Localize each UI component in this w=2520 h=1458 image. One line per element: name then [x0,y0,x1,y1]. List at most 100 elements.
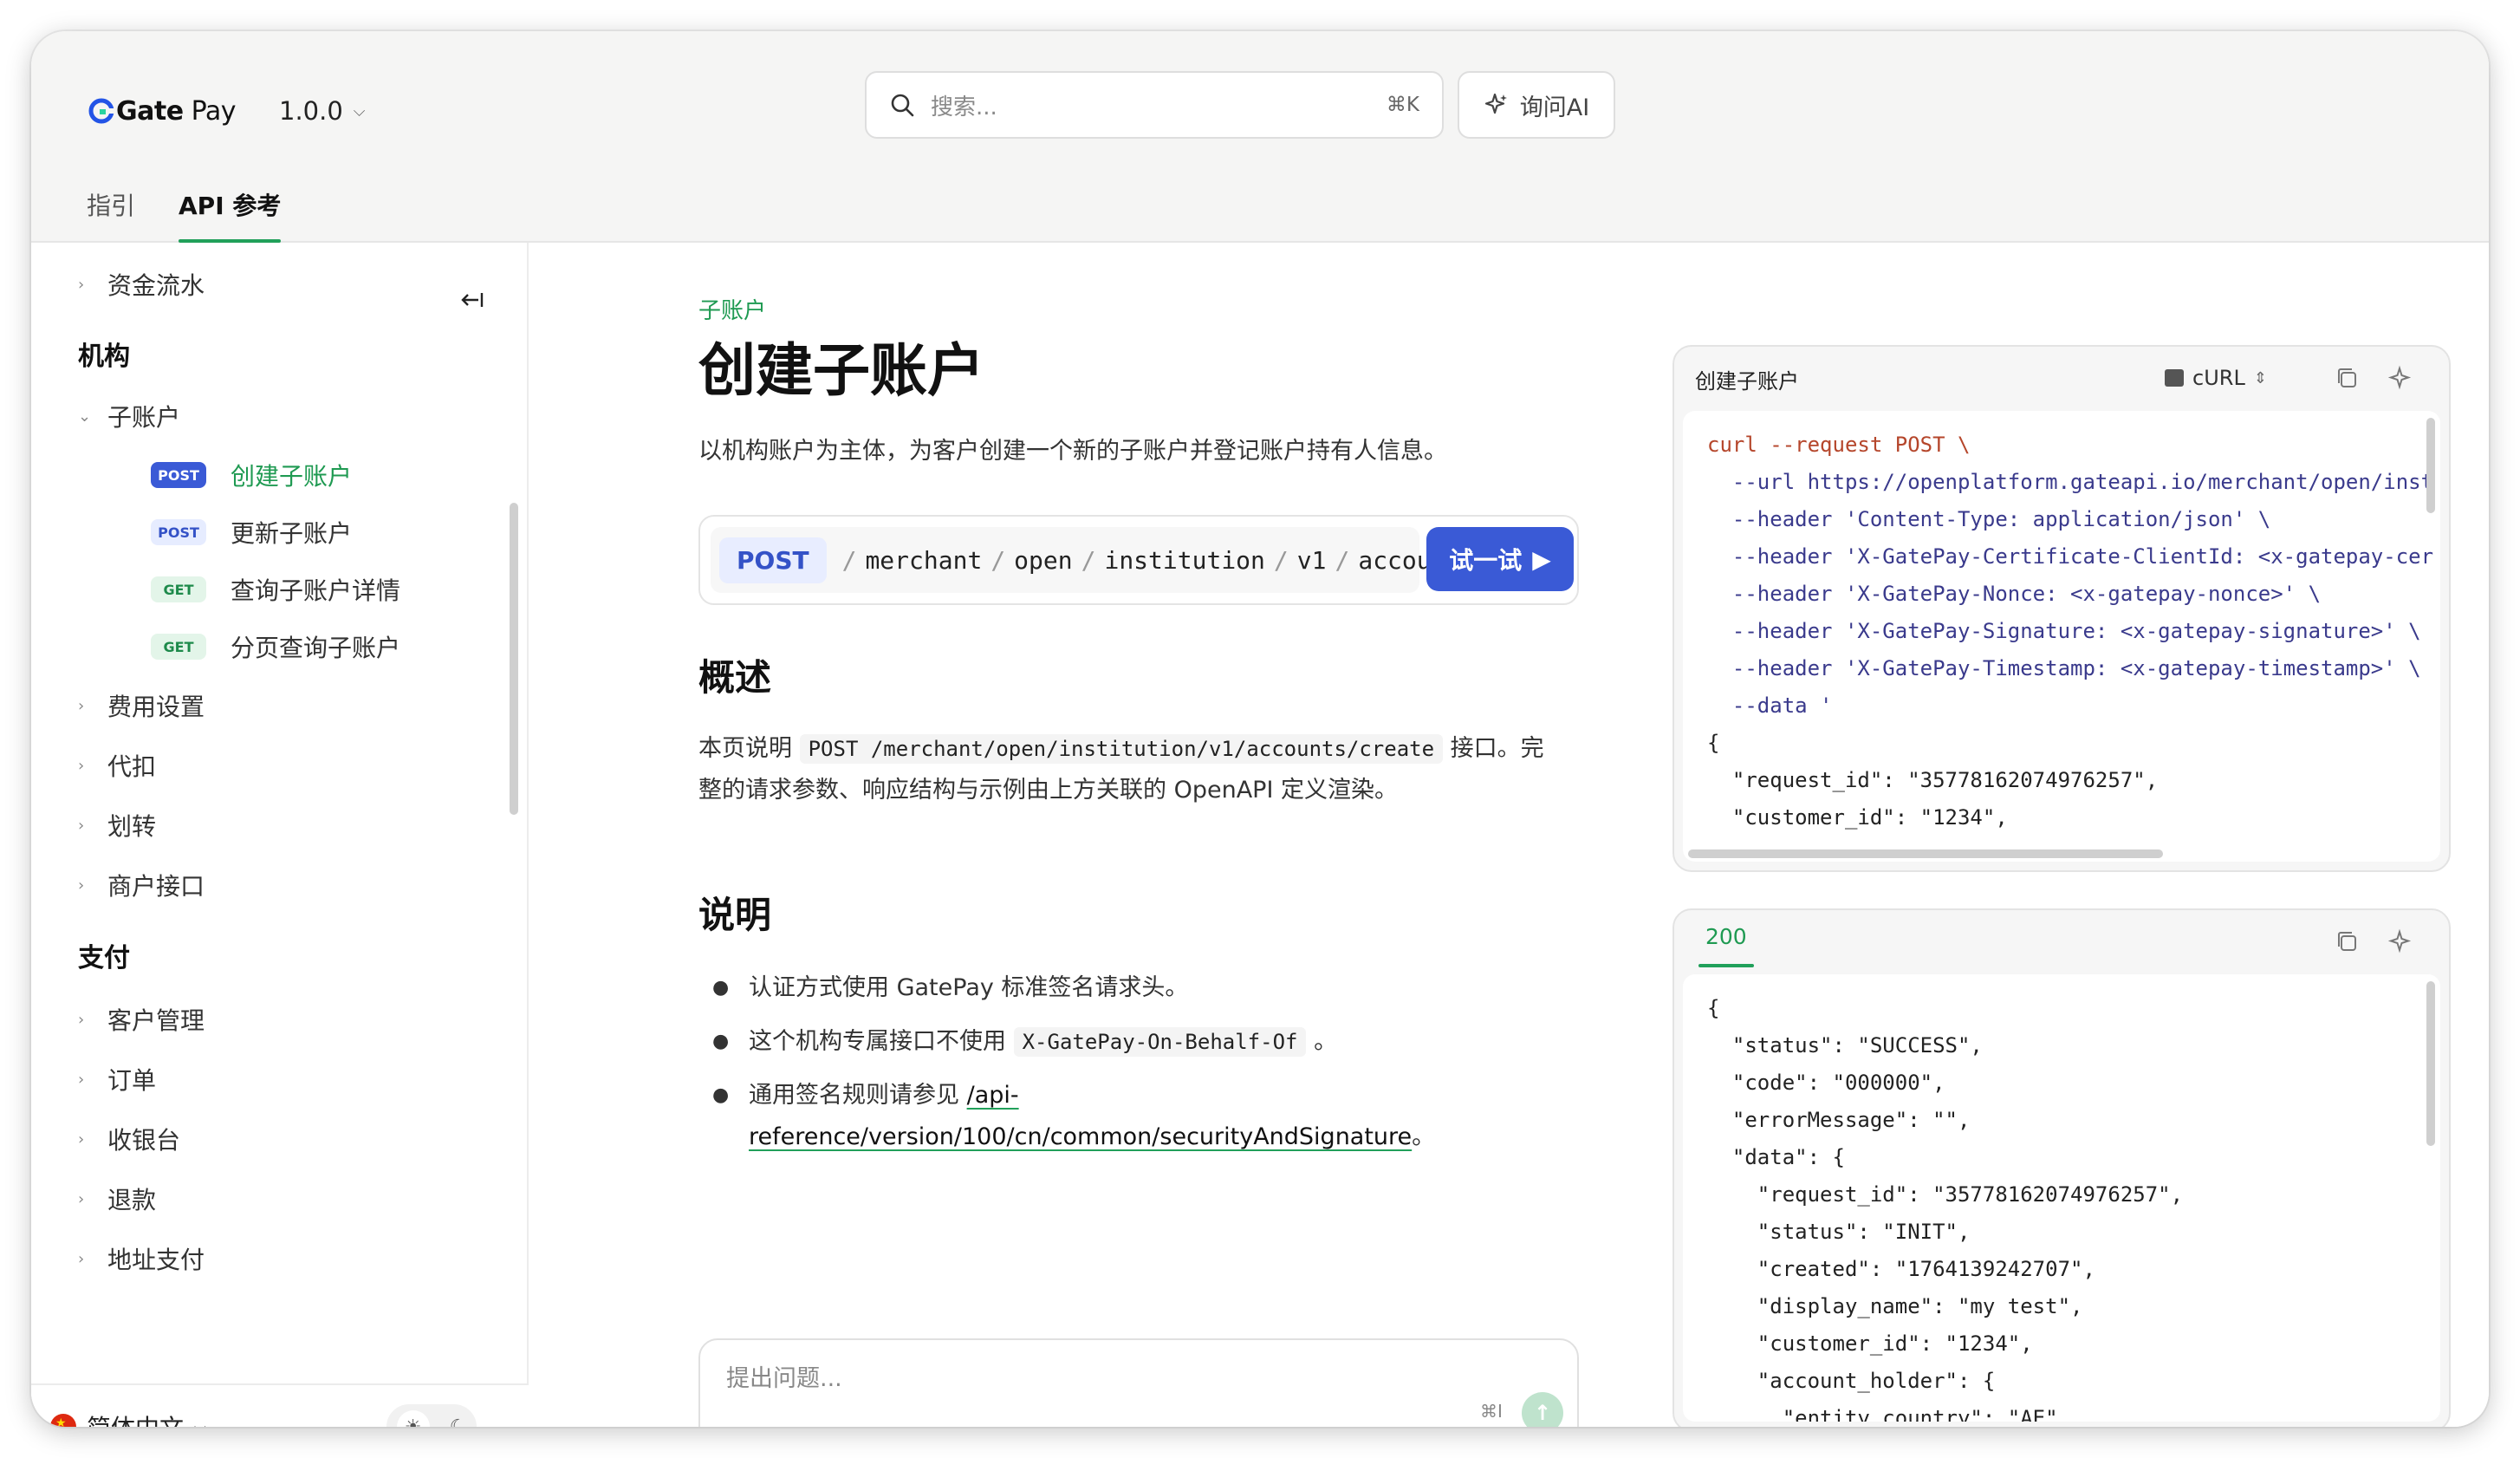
gate-logo-icon [88,98,114,124]
chevron-right-icon: › [78,1070,85,1089]
sidebar-item-create-subaccount[interactable]: POST 创建子账户 [151,458,352,492]
sidebar-item-query-subaccount[interactable]: GET 查询子账户详情 [151,572,400,607]
gatepay-logo[interactable]: Gate Pay [88,87,236,135]
china-flag-icon [50,1414,76,1427]
tab-guide[interactable]: 指引 [87,187,135,243]
copy-icon[interactable] [2333,364,2362,394]
chevron-right-icon: › [78,1249,85,1268]
status-200-tab[interactable]: 200 [1698,924,1754,967]
endpoint-path-box[interactable]: POST / merchant / open / institution / v1 /a… [711,527,1475,593]
code-line: --header 'Content-Type: application/json… [1707,507,2271,531]
sidebar-item-merchant-api[interactable]: › 商户接口 [78,868,205,902]
code-line: { [1707,996,1720,1020]
endpoint-path: / merchant / open / institution / v1 /accoun… [841,545,1476,575]
sidebar-item-address-payment[interactable]: › 地址支付 [78,1241,205,1276]
language-selector[interactable]: 简体中文 ⌵ [50,1409,206,1427]
overview-heading: 概述 [698,656,772,699]
breadcrumb[interactable]: 子账户 [698,293,766,325]
code-line: --header 'X-GatePay-Certificate-ClientId… [1707,544,2434,569]
response-vertical-scrollbar[interactable] [2426,981,2435,1146]
tab-api-reference[interactable]: API 参考 [179,187,282,243]
request-vertical-scrollbar[interactable] [2426,418,2435,513]
section-title-institution: 机构 [78,342,130,372]
request-horizontal-scrollbar[interactable] [1688,849,2163,858]
brand-name: Gate Pay [116,95,236,127]
request-code: curl --request POST \ --url https://open… [1707,426,2433,836]
search-shortcut: ⌘K [1386,94,1419,116]
top-header: Gate Pay 1.0.0 ⌵ 搜索... ⌘K 询问AI 指引 API 参考 [31,31,2489,243]
code-line: "data": { [1707,1145,1845,1169]
code-line: "request_id": "35778162074976257", [1707,768,2159,792]
code-line: { [1707,731,1720,755]
list-item: ● 这个机构专属接口不使用 X-GatePay-On-Behalf-Of 。 [712,1027,1338,1057]
chevron-down-icon: ⌄ [78,407,92,426]
chevron-right-icon: › [78,1129,85,1149]
version-label: 1.0.0 [279,96,343,126]
chevron-down-icon: ⌵ [353,101,366,120]
sidebar-item-transfer[interactable]: › 划转 [78,808,156,843]
code-line: "customer_id": "1234", [1707,1331,2033,1356]
code-language-selector[interactable]: cURL ⇕ [2165,366,2267,390]
sidebar-item-refunds[interactable]: › 退款 [78,1181,156,1216]
language-label: 简体中文 [87,1409,184,1427]
theme-toggle[interactable]: ☀ ☾ [386,1404,477,1427]
terminal-icon [2165,369,2184,387]
sidebar-item-subaccount[interactable]: ⌄ 子账户 [78,399,180,433]
send-arrow-icon[interactable]: ↑ [1522,1392,1563,1427]
app-window: Gate Pay 1.0.0 ⌵ 搜索... ⌘K 询问AI 指引 API 参考… [31,31,2489,1427]
sidebar-scrollbar[interactable] [510,503,518,815]
copy-icon[interactable] [2333,928,2362,957]
code-line: "account_holder": { [1707,1369,1996,1393]
search-icon [891,94,914,117]
sidebar-item-fund-flow[interactable]: › 资金流水 [78,267,205,302]
chevron-right-icon: › [78,756,85,775]
page-title: 创建子账户 [698,337,984,404]
request-panel-header: 创建子账户 cURL ⇕ [1674,347,2449,411]
ask-shortcut: ⌘I [1480,1401,1503,1422]
sidebar-item-fee-settings[interactable]: › 费用设置 [78,688,205,723]
code-line: "display_name": "my test", [1707,1294,2083,1318]
chevron-updown-icon: ⇕ [2253,368,2267,387]
version-selector[interactable]: 1.0.0 ⌵ [279,87,365,135]
sidebar-item-list-subaccounts[interactable]: GET 分页查询子账户 [151,629,400,664]
list-item: ● 认证方式使用 GatePay 标准签名请求头。 [712,974,1189,1001]
request-code-body: curl --request POST \ --url https://open… [1683,411,2440,862]
header-inline-code: X-GatePay-On-Behalf-Of [1013,1027,1307,1057]
chevron-right-icon: › [78,816,85,835]
sun-icon[interactable]: ☀ [396,1410,430,1427]
collapse-sidebar-icon[interactable] [456,284,487,316]
post-method-badge: POST [151,462,206,488]
sidebar-item-update-subaccount[interactable]: POST 更新子账户 [151,515,352,550]
sidebar-item-withholding[interactable]: › 代扣 [78,748,156,783]
sparkle-icon [1484,93,1507,114]
request-code-panel: 创建子账户 cURL ⇕ curl --request POST \ --url… [1672,345,2451,872]
sidebar-footer: 简体中文 ⌵ ☀ ☾ [31,1383,529,1427]
get-method-badge: GET [151,576,206,602]
try-it-button[interactable]: 试一试 ▶ [1426,527,1574,591]
top-tabs: 指引 API 参考 [87,187,282,243]
chevron-down-icon: ⌵ [194,1417,206,1428]
chevron-right-icon: › [78,696,85,715]
sparkle-icon[interactable] [2387,364,2416,394]
chevron-right-icon: › [78,275,85,294]
ask-placeholder: 提出问题... [726,1365,842,1392]
response-code-body: { "status": "SUCCESS", "code": "000000",… [1683,974,2440,1422]
code-line: --header 'X-GatePay-Signature: <x-gatepa… [1707,619,2421,643]
ask-question-box[interactable]: 提出问题... ⌘I ↑ [698,1338,1579,1427]
search-input[interactable]: 搜索... ⌘K [865,71,1444,139]
sparkle-icon[interactable] [2387,928,2416,957]
search-placeholder: 搜索... [931,94,997,120]
chevron-right-icon: › [78,1010,85,1029]
notes-heading: 说明 [698,894,772,936]
code-line: --data ' [1707,693,1833,718]
moon-icon[interactable]: ☾ [450,1416,467,1428]
code-line: --header 'X-GatePay-Timestamp: <x-gatepa… [1707,656,2421,680]
play-icon: ▶ [1532,544,1551,574]
chevron-right-icon: › [78,1189,85,1208]
sidebar-item-customers[interactable]: › 客户管理 [78,1002,205,1037]
code-line: "customer_id": "1234", [1707,805,2008,830]
ask-ai-button[interactable]: 询问AI [1458,71,1615,139]
sidebar-item-orders[interactable]: › 订单 [78,1062,156,1097]
sidebar-item-checkout[interactable]: › 收银台 [78,1122,180,1156]
section-title-payment: 支付 [78,943,130,973]
